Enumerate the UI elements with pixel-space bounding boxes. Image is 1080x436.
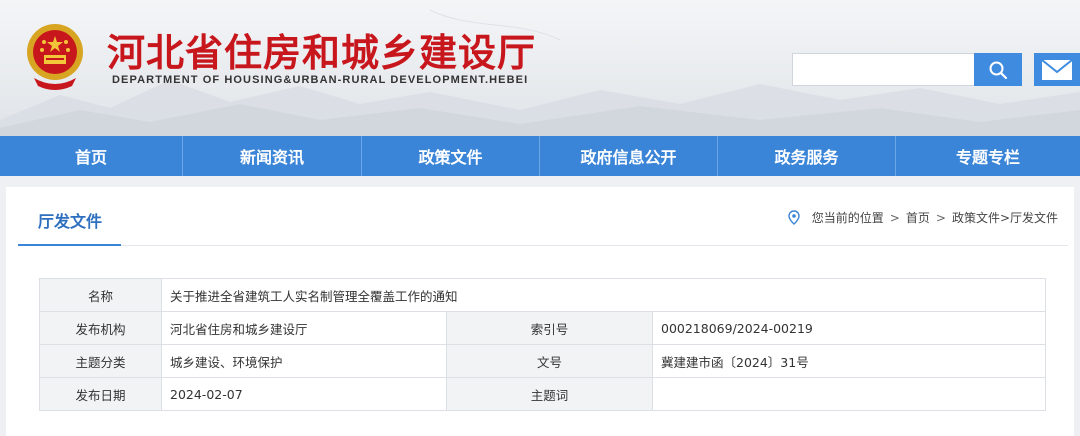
category-label: 主题分类: [39, 344, 162, 378]
keywords-label: 主题词: [446, 377, 653, 411]
publish-date-value: 2024-02-07: [161, 377, 447, 411]
table-row: 发布日期 2024-02-07 主题词: [39, 377, 1046, 411]
index-number-value: 000218069/2024-00219: [652, 311, 1046, 345]
doc-number-label: 文号: [446, 344, 653, 378]
mail-button[interactable]: [1034, 53, 1080, 86]
keywords-value: [652, 377, 1046, 411]
table-row: 名称 关于推进全省建筑工人实名制管理全覆盖工作的通知: [39, 278, 1046, 312]
search-icon: [989, 61, 1008, 79]
breadcrumb: 您当前的位置 > 首页 > 政策文件>厅发文件: [788, 209, 1058, 226]
national-emblem-icon: [22, 20, 88, 90]
location-pin-icon: [788, 210, 800, 225]
section-title-underline: [18, 244, 121, 246]
nav-item-home[interactable]: 首页: [0, 136, 183, 176]
breadcrumb-prefix: 您当前的位置: [811, 211, 884, 225]
mail-icon: [1041, 58, 1073, 80]
section-title: 厅发文件: [38, 212, 103, 231]
breadcrumb-separator: >: [935, 210, 946, 225]
publisher-label: 发布机构: [39, 311, 162, 345]
category-value: 城乡建设、环境保护: [161, 344, 447, 378]
search-input[interactable]: [792, 53, 974, 86]
breadcrumb-separator: >: [889, 210, 900, 225]
nav-item-news[interactable]: 新闻资讯: [183, 136, 362, 176]
search-button[interactable]: [974, 53, 1022, 86]
breadcrumb-home-link[interactable]: 首页: [906, 209, 930, 226]
name-value: 关于推进全省建筑工人实名制管理全覆盖工作的通知: [161, 278, 1046, 312]
content-panel: 厅发文件 您当前的位置 > 首页 > 政策文件>厅发文件 名称 关于推进全省建筑…: [6, 187, 1074, 436]
table-row: 发布机构 河北省住房和城乡建设厅 索引号 000218069/2024-0021…: [39, 311, 1046, 345]
doc-number-value: 冀建建市函〔2024〕31号: [652, 344, 1046, 378]
breadcrumb-trail-link[interactable]: 政策文件>厅发文件: [952, 209, 1058, 226]
table-row: 主题分类 城乡建设、环境保护 文号 冀建建市函〔2024〕31号: [39, 344, 1046, 378]
site-header: 河北省住房和城乡建设厅 DEPARTMENT OF HOUSING&URBAN-…: [0, 0, 1080, 136]
document-meta-table: 名称 关于推进全省建筑工人实名制管理全覆盖工作的通知 发布机构 河北省住房和城乡…: [39, 278, 1046, 411]
site-title: 河北省住房和城乡建设厅: [107, 31, 537, 75]
section-divider: [18, 245, 1068, 246]
nav-item-services[interactable]: 政务服务: [718, 136, 896, 176]
nav-item-topics[interactable]: 专题专栏: [896, 136, 1080, 176]
index-number-label: 索引号: [446, 311, 653, 345]
nav-item-policy[interactable]: 政策文件: [362, 136, 540, 176]
main-nav: 首页 新闻资讯 政策文件 政府信息公开 政务服务 专题专栏: [0, 136, 1080, 176]
nav-item-gov-info[interactable]: 政府信息公开: [540, 136, 718, 176]
publish-date-label: 发布日期: [39, 377, 162, 411]
publisher-value: 河北省住房和城乡建设厅: [161, 311, 447, 345]
name-label: 名称: [39, 278, 162, 312]
site-subtitle: DEPARTMENT OF HOUSING&URBAN-RURAL DEVELO…: [112, 74, 529, 86]
